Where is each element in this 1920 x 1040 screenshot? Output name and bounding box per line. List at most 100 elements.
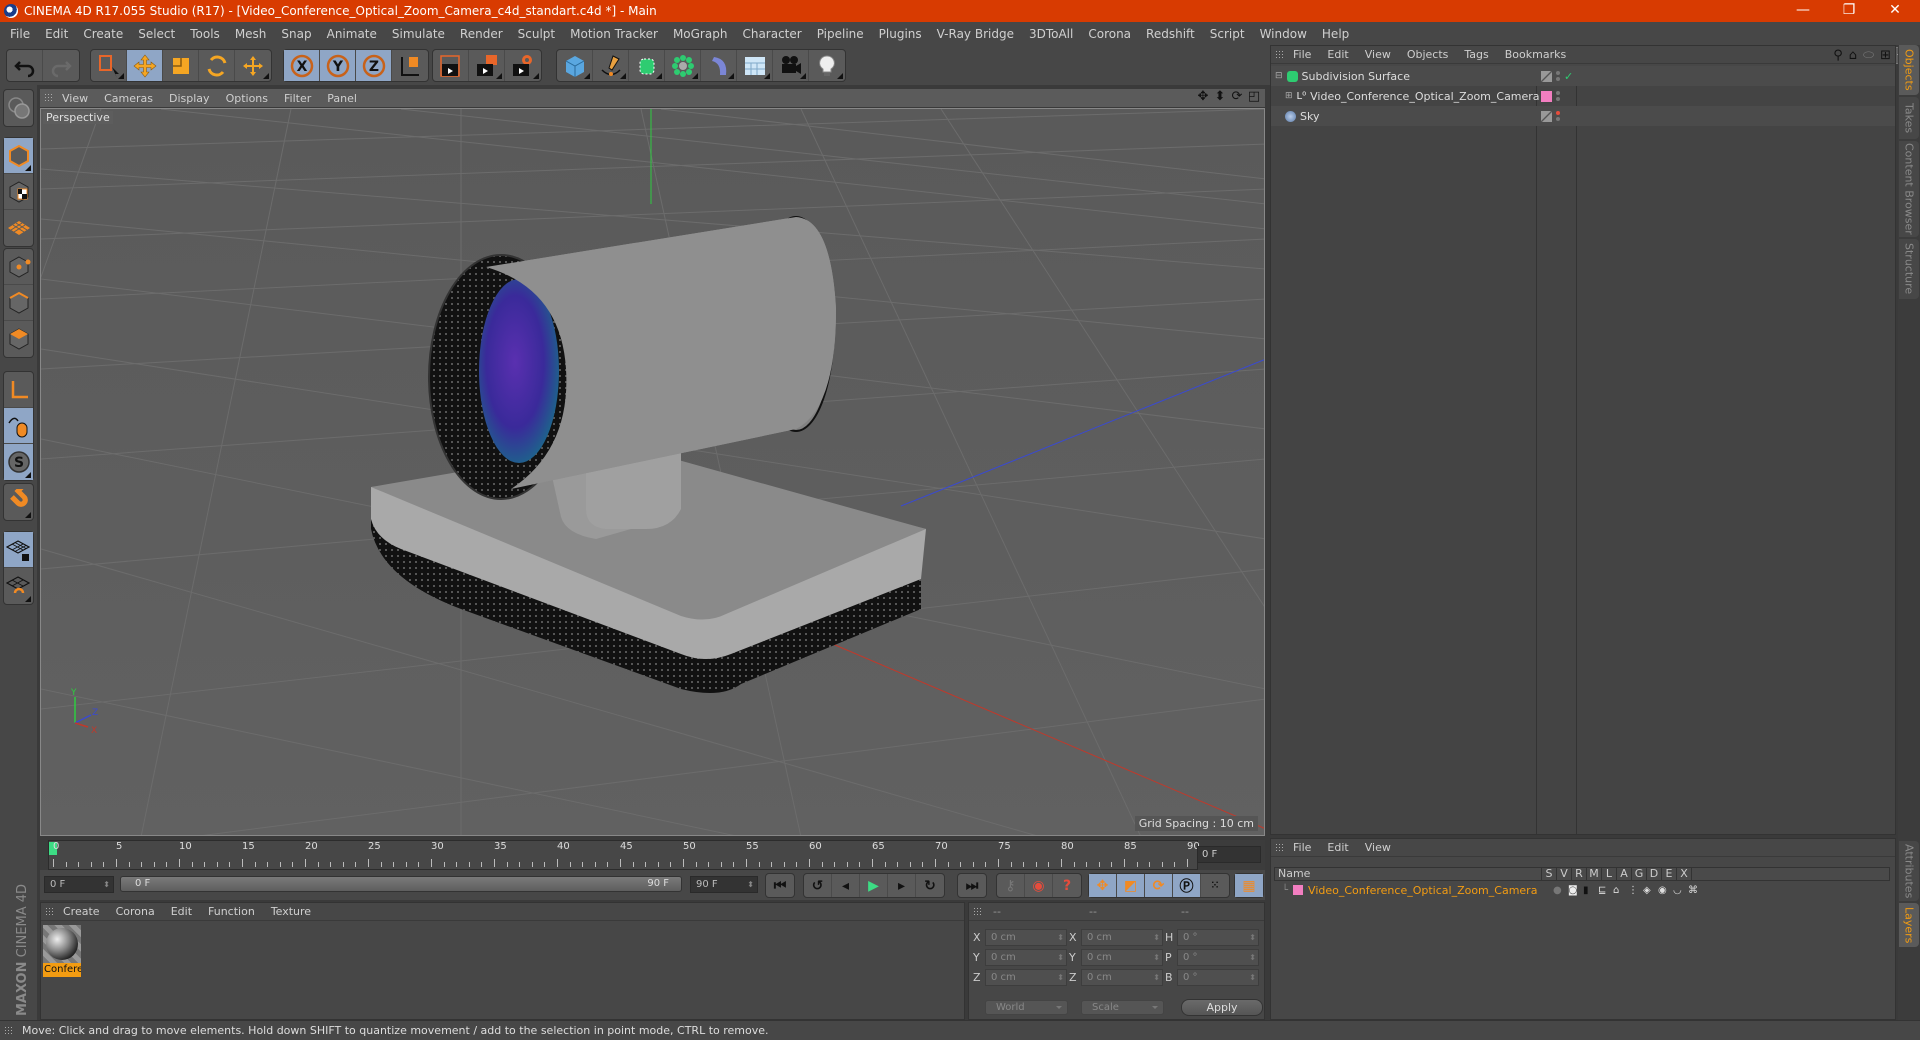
material-menu-function[interactable]: Function [208, 905, 255, 918]
menu-sculpt[interactable]: Sculpt [518, 27, 555, 41]
visibility-dots-icon[interactable] [1556, 91, 1560, 101]
col-expressions[interactable]: E [1662, 868, 1677, 880]
apply-button[interactable]: Apply [1181, 999, 1263, 1016]
perspective-viewport[interactable]: Y Z X Perspective Grid Spacing : 10 cm [40, 108, 1265, 836]
eye-icon[interactable]: ⬭ [1863, 48, 1874, 63]
current-frame-field[interactable]: 0 F [1197, 846, 1261, 863]
pos-z-field[interactable]: 0 cm [985, 969, 1067, 986]
recent-tool-button[interactable] [235, 50, 271, 81]
deformer-button[interactable] [701, 50, 737, 81]
viewport-menu-panel[interactable]: Panel [327, 92, 357, 105]
workplane-mode-button[interactable] [4, 210, 33, 246]
tweak-mode-button[interactable] [4, 408, 33, 444]
render-settings-button[interactable] [505, 50, 541, 81]
viewport-menu-options[interactable]: Options [226, 92, 268, 105]
y-axis-button[interactable]: Y [320, 50, 356, 81]
tab-attributes[interactable]: Attributes [1899, 841, 1919, 901]
go-to-end-button[interactable]: ⏭ [958, 874, 986, 897]
light-button[interactable] [809, 50, 845, 81]
menu-create[interactable]: Create [83, 27, 123, 41]
menu-help[interactable]: Help [1322, 27, 1349, 41]
restore-button[interactable]: ❐ [1826, 0, 1872, 22]
col-name[interactable]: Name [1275, 868, 1542, 880]
col-view[interactable]: V [1557, 868, 1572, 880]
solo-toggle-icon[interactable]: ● [1553, 885, 1568, 896]
panel-grip-icon[interactable] [4, 1025, 14, 1036]
cube-button[interactable] [557, 50, 593, 81]
autokeying-button[interactable]: ◉ [1025, 874, 1053, 897]
expand-icon[interactable]: ⊞ [1285, 91, 1293, 101]
object-menu-file[interactable]: File [1293, 48, 1311, 61]
move-tool-button[interactable] [127, 50, 163, 81]
rotate-view-icon[interactable]: ⟳ [1230, 90, 1244, 104]
next-key-button[interactable]: ↻ [916, 874, 944, 897]
cloner-button[interactable] [665, 50, 701, 81]
coordinate-space-dropdown[interactable]: World [985, 1000, 1068, 1015]
deformers-toggle-icon[interactable]: ◉ [1658, 885, 1673, 896]
layer-menu-view[interactable]: View [1365, 841, 1391, 854]
rotate-tool-button[interactable] [199, 50, 235, 81]
viewport-menu-view[interactable]: View [62, 92, 88, 105]
viewport-menu-filter[interactable]: Filter [284, 92, 311, 105]
key-scale-button[interactable]: ◩ [1117, 874, 1145, 897]
key-position-button[interactable]: ✥ [1089, 874, 1117, 897]
size-y-field[interactable]: 0 cm [1081, 949, 1163, 966]
col-deformers[interactable]: D [1647, 868, 1662, 880]
keyframe-selection-button[interactable]: ⚷ [997, 874, 1025, 897]
col-generators[interactable]: G [1632, 868, 1647, 880]
new-window-icon[interactable]: ⊞ [1880, 48, 1891, 63]
panel-grip-icon[interactable] [973, 906, 983, 917]
axis-mode-button[interactable] [4, 372, 33, 408]
material-menu-corona[interactable]: Corona [116, 905, 155, 918]
menu-mograph[interactable]: MoGraph [673, 27, 728, 41]
menu-redshift[interactable]: Redshift [1146, 27, 1195, 41]
close-button[interactable]: ✕ [1872, 0, 1918, 22]
menu-character[interactable]: Character [742, 27, 801, 41]
size-z-field[interactable]: 0 cm [1081, 969, 1163, 986]
col-animation[interactable]: A [1617, 868, 1632, 880]
home-icon[interactable]: ⌂ [1849, 48, 1857, 63]
zoom-view-icon[interactable]: ⬍ [1213, 90, 1227, 104]
layer-menu-file[interactable]: File [1293, 841, 1311, 854]
end-frame-field[interactable]: 90 F ⬍ [690, 876, 758, 893]
pos-x-field[interactable]: 0 cm [985, 929, 1067, 946]
key-rotation-button[interactable]: ⟳ [1145, 874, 1173, 897]
manager-toggle-icon[interactable]: ⊑ [1598, 885, 1613, 896]
record-help-button[interactable]: ? [1053, 874, 1081, 897]
layer-name[interactable]: Video_Conference_Optical_Zoom_Camera [1308, 884, 1553, 897]
previous-key-button[interactable]: ↺ [804, 874, 832, 897]
editor-visibility-icon[interactable] [1541, 70, 1552, 82]
menu-vray-bridge[interactable]: V-Ray Bridge [937, 27, 1014, 41]
generators-toggle-icon[interactable]: ◈ [1643, 885, 1658, 896]
viewport-menu-display[interactable]: Display [169, 92, 210, 105]
menu-corona[interactable]: Corona [1088, 27, 1131, 41]
frame-range-slider[interactable]: 0 F 90 F [120, 876, 682, 892]
visibility-dots-icon[interactable] [1556, 111, 1560, 121]
collapse-icon[interactable]: ⊟ [1275, 71, 1283, 81]
scale-tool-button[interactable] [163, 50, 199, 81]
x-axis-button[interactable]: X [284, 50, 320, 81]
tab-structure[interactable]: Structure [1899, 239, 1919, 299]
play-button[interactable]: ▶ [860, 874, 888, 897]
menu-window[interactable]: Window [1260, 27, 1307, 41]
viewport-menu-cameras[interactable]: Cameras [104, 92, 153, 105]
object-row[interactable]: Sky [1271, 106, 1895, 126]
material-menu-texture[interactable]: Texture [271, 905, 311, 918]
tab-layers[interactable]: Layers [1899, 903, 1919, 947]
lock-toggle-icon[interactable]: ⌂ [1613, 885, 1628, 896]
start-frame-field[interactable]: 0 F ⬍ [44, 876, 114, 893]
viewport-camera-label[interactable]: Perspective [43, 111, 113, 124]
size-mode-dropdown[interactable]: Scale [1081, 1000, 1164, 1015]
render-toggle-icon[interactable]: ▮ [1583, 885, 1598, 896]
next-frame-button[interactable]: ▸ [888, 874, 916, 897]
editor-visibility-icon[interactable] [1541, 110, 1552, 122]
menu-3dtoall[interactable]: 3DToAll [1029, 27, 1073, 41]
rot-b-field[interactable]: 0 ° [1177, 969, 1259, 986]
object-menu-edit[interactable]: Edit [1327, 48, 1348, 61]
z-axis-button[interactable]: Z [356, 50, 392, 81]
col-xrefs[interactable]: X [1677, 868, 1692, 880]
rot-p-field[interactable]: 0 ° [1177, 949, 1259, 966]
panel-grip-icon[interactable] [1275, 842, 1285, 853]
menu-tools[interactable]: Tools [190, 27, 220, 41]
timeline-ruler[interactable]: 0 5 10 15 20 25 30 35 40 45 50 55 60 65 70 75 80 85 90 [48, 840, 1200, 870]
